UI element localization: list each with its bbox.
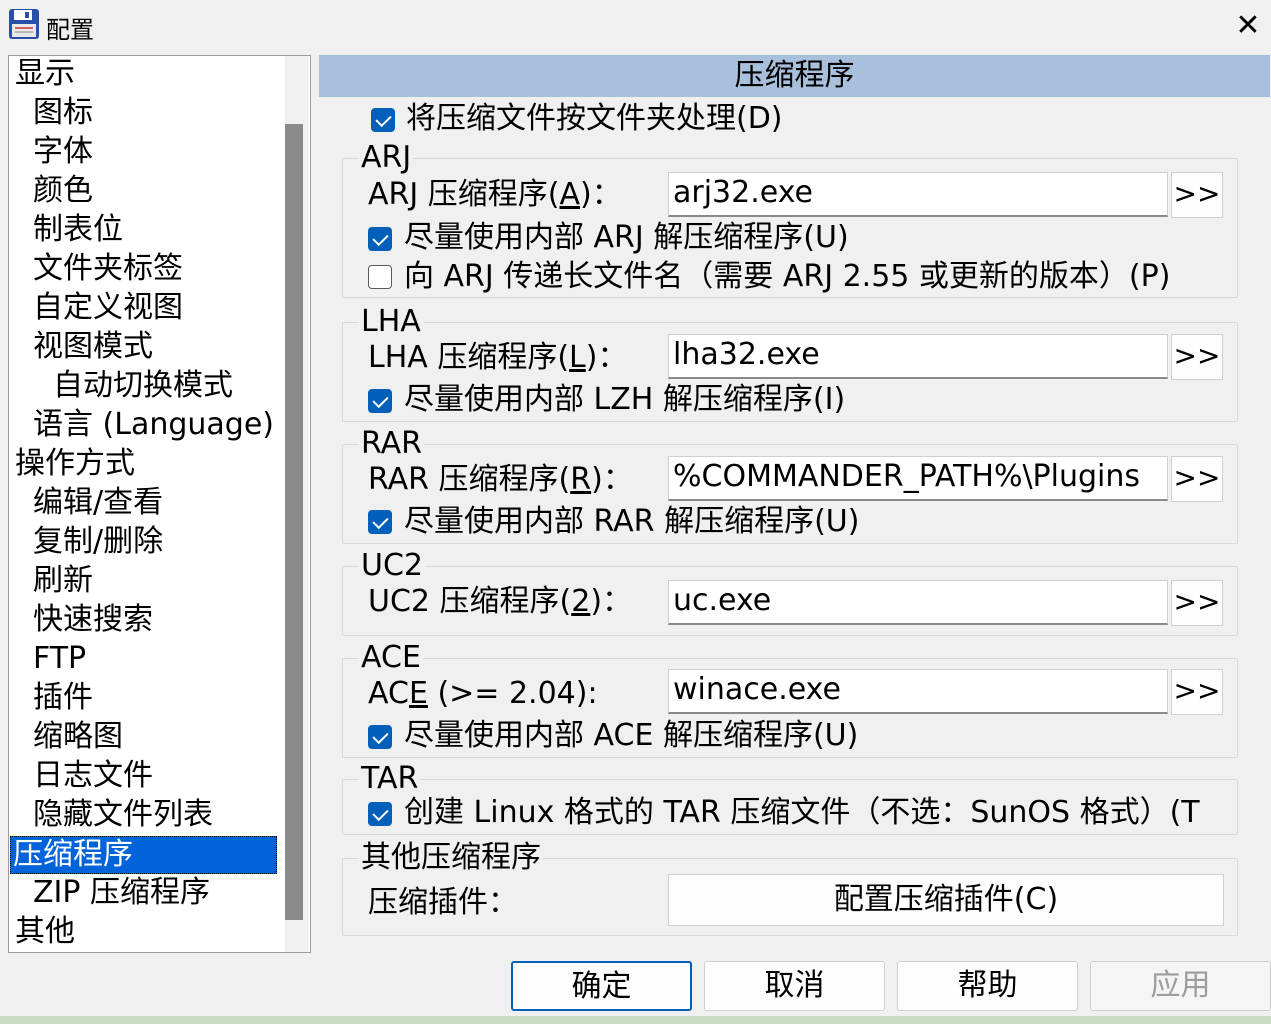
app-icon: [9, 9, 39, 39]
lha-packer-input[interactable]: lha32.exe: [668, 334, 1168, 379]
ace-group-title: ACE: [359, 640, 423, 675]
rar-packer-label: RAR 压缩程序(R)：: [368, 462, 633, 497]
configure-pack-plugins-button[interactable]: 配置压缩插件(C): [668, 874, 1224, 926]
uc2-group-title: UC2: [359, 548, 425, 583]
tree-item[interactable]: FTP: [31, 641, 88, 677]
ace-packer-input[interactable]: winace.exe: [668, 669, 1168, 714]
archives-as-folders-checkbox[interactable]: [371, 108, 395, 132]
tree-item[interactable]: 其他: [13, 914, 77, 950]
tree-item[interactable]: 文件夹标签: [31, 251, 185, 287]
archives-as-folders-label[interactable]: 将压缩文件按文件夹处理(D): [406, 101, 783, 137]
tree-item[interactable]: ZIP 压缩程序: [31, 875, 212, 911]
tree-item[interactable]: 制表位: [31, 212, 125, 248]
uc2-packer-label: UC2 压缩程序(2)：: [368, 584, 633, 619]
rar-internal-checkbox[interactable]: [368, 510, 392, 534]
close-icon[interactable]: ✕: [1226, 4, 1270, 48]
tree-item[interactable]: 压缩程序: [10, 836, 277, 874]
rar-packer-input[interactable]: %COMMANDER_PATH%\Plugins: [668, 456, 1168, 501]
settings-tree[interactable]: 显示 图标 字体 颜色 制表位 文件夹标签 自定义视图 视图模式 自动切换模式 语言 (Langu…: [8, 55, 311, 953]
arj-packer-label: ARJ 压缩程序(A)：: [368, 177, 622, 212]
ace-browse-button[interactable]: >>: [1171, 669, 1223, 715]
tree-item[interactable]: 图标: [31, 95, 95, 131]
tree-scrollbar-thumb[interactable]: [285, 124, 303, 920]
tree-item[interactable]: 编辑/查看: [31, 485, 165, 521]
apply-button[interactable]: 应用: [1090, 961, 1271, 1011]
panel-title: 压缩程序: [319, 55, 1270, 97]
pack-plugins-label: 压缩插件：: [368, 885, 518, 920]
tar-linux-row: 创建 Linux 格式的 TAR 压缩文件（不选：SunOS 格式）(T: [343, 790, 1233, 832]
arj-internal-checkbox[interactable]: [368, 227, 392, 251]
tree-item[interactable]: 自动切换模式: [51, 368, 235, 404]
tree-item[interactable]: 字体: [31, 134, 95, 170]
title-bar: [0, 0, 1271, 52]
arj-longnames-checkbox[interactable]: [368, 265, 392, 289]
rar-internal-label[interactable]: 尽量使用内部 RAR 解压缩程序(U): [404, 504, 859, 540]
ace-packer-label: ACE (>= 2.04):: [368, 676, 598, 711]
arj-group-title: ARJ: [359, 140, 414, 175]
arj-internal-label[interactable]: 尽量使用内部 ARJ 解压缩程序(U): [404, 220, 849, 256]
tree-item[interactable]: 刷新: [31, 563, 95, 599]
tree-item[interactable]: 复制/删除: [31, 524, 165, 560]
tree-item[interactable]: 显示: [13, 56, 77, 92]
tree-item[interactable]: 缩略图: [31, 719, 125, 755]
lha-internal-label[interactable]: 尽量使用内部 LZH 解压缩程序(I): [404, 382, 845, 418]
rar-browse-button[interactable]: >>: [1171, 456, 1223, 502]
cancel-button[interactable]: 取消: [704, 961, 885, 1011]
tree-item[interactable]: 语言 (Language): [31, 407, 276, 443]
tree-item[interactable]: 操作方式: [13, 446, 137, 482]
uc2-browse-button[interactable]: >>: [1171, 580, 1223, 626]
uc2-packer-input[interactable]: uc.exe: [668, 580, 1168, 625]
tree-item[interactable]: 日志文件: [31, 758, 155, 794]
tar-linux-checkbox[interactable]: [368, 802, 392, 826]
other-packers-group-title: 其他压缩程序: [359, 840, 543, 875]
tree-item[interactable]: 隐藏文件列表: [31, 797, 215, 833]
arj-longnames-label[interactable]: 向 ARJ 传递长文件名（需要 ARJ 2.55 或更新的版本）(P): [404, 259, 1170, 295]
tree-item[interactable]: 插件: [31, 680, 95, 716]
tree-item[interactable]: 颜色: [31, 173, 95, 209]
lha-group-title: LHA: [359, 304, 423, 339]
ace-internal-checkbox[interactable]: [368, 725, 392, 749]
lha-internal-checkbox[interactable]: [368, 389, 392, 413]
arj-packer-input[interactable]: arj32.exe: [668, 172, 1168, 217]
tree-item[interactable]: 自定义视图: [31, 290, 185, 326]
help-button[interactable]: 帮助: [897, 961, 1078, 1011]
window-title: 配置: [46, 16, 94, 44]
background-strip: [0, 1016, 1271, 1024]
arj-browse-button[interactable]: >>: [1171, 172, 1223, 218]
ok-button[interactable]: 确定: [511, 961, 692, 1011]
lha-packer-label: LHA 压缩程序(L)：: [368, 340, 628, 375]
ace-internal-label[interactable]: 尽量使用内部 ACE 解压缩程序(U): [404, 718, 858, 754]
rar-group-title: RAR: [359, 426, 424, 461]
tar-linux-label[interactable]: 创建 Linux 格式的 TAR 压缩文件（不选：SunOS 格式）(T: [404, 795, 1200, 831]
lha-browse-button[interactable]: >>: [1171, 334, 1223, 380]
tree-item[interactable]: 快速搜索: [31, 602, 155, 638]
tree-item[interactable]: 视图模式: [31, 329, 155, 365]
